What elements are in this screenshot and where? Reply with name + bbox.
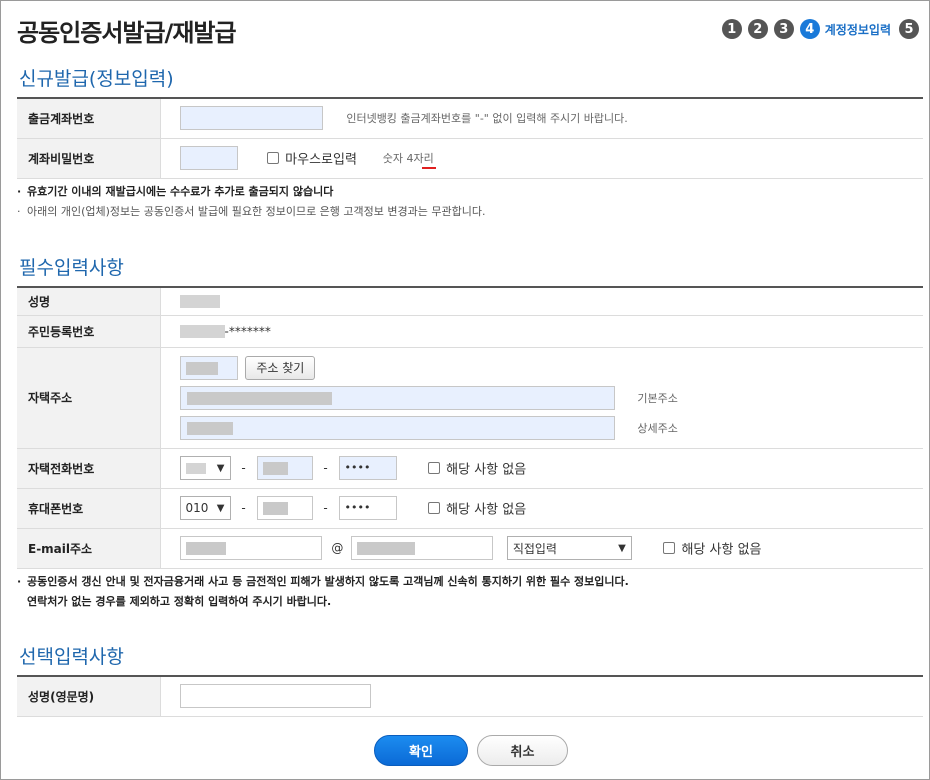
step-5: 5	[899, 19, 919, 39]
active-step-label: 계정정보입력	[824, 22, 891, 37]
account-password-label: 계좌비밀번호	[17, 138, 161, 179]
english-name-input[interactable]	[179, 684, 371, 709]
mobile-middle-input[interactable]	[256, 496, 313, 520]
rrn-row: 주민등록번호 -*******	[17, 315, 923, 348]
basic-address-label: 기본주소	[637, 391, 678, 405]
account-number-row: 출금계좌번호 인터넷뱅킹 출금계좌번호를 "-" 없이 입력해 주시기 바랍니다…	[17, 98, 923, 139]
rrn-front-masked	[179, 324, 225, 338]
chevron-down-icon: ▼	[216, 502, 225, 514]
email-row: E-mail주소 @ 직접입력 ▼ 해당 사항 없음	[17, 528, 923, 569]
step-2: 2	[747, 19, 768, 39]
section-title-optional: 선택입력사항	[19, 646, 124, 668]
step-3: 3	[773, 19, 794, 39]
account-password-row: 계좌비밀번호 마우스로입력 숫자 4자리	[17, 138, 923, 179]
password-hint: 숫자 4자리	[382, 152, 434, 165]
email-na-label[interactable]: 해당 사항 없음	[681, 543, 761, 558]
reissue-fee-note: · 유효기간 이내의 재발급시에는 수수료가 추가로 출금되지 않습니다	[17, 185, 334, 198]
rrn-label: 주민등록번호	[17, 315, 161, 348]
mobile-row: 휴대폰번호 010 ▼ - - •••• 해당 사항 없음	[17, 488, 923, 529]
basic-address-input[interactable]	[179, 385, 615, 410]
red-underline-mark	[421, 166, 436, 169]
window-frame: 공동인증서발급/재발급 1 2 3 4 계정정보입력 5 신규발급(정보입력) …	[0, 0, 930, 780]
home-phone-na-checkbox[interactable]	[428, 462, 441, 474]
mobile-last-input[interactable]: ••••	[338, 496, 397, 520]
email-domain-input[interactable]	[351, 536, 494, 560]
required-info-table: 성명 주민등록번호 -******* 자택주소 주소 찾기 기본주소 상세주소 …	[17, 286, 923, 569]
mobile-label: 휴대폰번호	[17, 488, 161, 529]
detail-address-label: 상세주소	[637, 421, 678, 435]
mobile-na-checkbox[interactable]	[428, 502, 441, 514]
detail-address-input[interactable]	[179, 415, 615, 440]
mouse-input-label[interactable]: 마우스로입력	[285, 153, 357, 168]
name-value-masked	[179, 295, 220, 309]
home-phone-last-input[interactable]: ••••	[338, 456, 397, 480]
section-title-new-issue: 신규발급(정보입력)	[19, 68, 174, 90]
account-password-input[interactable]	[179, 146, 238, 170]
name-row: 성명	[17, 287, 923, 316]
email-id-input[interactable]	[179, 536, 322, 560]
required-info-note-1: · 공동인증서 갱신 안내 및 전자금융거래 사고 등 금전적인 피해가 발생하지…	[17, 575, 629, 588]
required-info-note-2: 연락처가 없는 경우를 제외하고 정확히 입력하여 주시기 바랍니다.	[27, 595, 332, 608]
step-indicator: 1 2 3 4 계정정보입력 5	[716, 19, 919, 39]
english-name-label: 성명(영문명)	[17, 676, 161, 717]
home-phone-middle-input[interactable]	[256, 456, 313, 480]
address-search-button[interactable]: 주소 찾기	[245, 355, 316, 380]
section-title-required: 필수입력사항	[19, 257, 124, 279]
page-title: 공동인증서발급/재발급	[17, 19, 237, 47]
account-number-input[interactable]	[179, 106, 323, 131]
chevron-down-icon: ▼	[618, 542, 626, 554]
home-phone-row: 자택전화번호 ▼ - - •••• 해당 사항 없음	[17, 448, 923, 489]
address-label: 자택주소	[17, 347, 161, 449]
home-phone-label: 자택전화번호	[17, 448, 161, 489]
name-label: 성명	[17, 287, 161, 316]
mobile-prefix-select[interactable]: 010 ▼	[179, 496, 231, 520]
rrn-suffix: -*******	[224, 324, 271, 339]
chevron-down-icon: ▼	[216, 462, 225, 474]
confirm-button[interactable]: 확인	[374, 735, 468, 766]
account-info-table: 출금계좌번호 인터넷뱅킹 출금계좌번호를 "-" 없이 입력해 주시기 바랍니다…	[17, 97, 923, 179]
account-number-label: 출금계좌번호	[17, 98, 161, 139]
english-name-row: 성명(영문명)	[17, 676, 923, 717]
email-domain-select[interactable]: 직접입력 ▼	[506, 536, 632, 560]
optional-info-table: 성명(영문명)	[17, 675, 923, 717]
personal-info-note: · 아래의 개인(업체)정보는 공동인증서 발급에 필요한 정보이므로 은행 고객…	[17, 205, 486, 218]
home-phone-area-select[interactable]: ▼	[179, 456, 231, 480]
step-1: 1	[721, 19, 742, 39]
account-number-hint: 인터넷뱅킹 출금계좌번호를 "-" 없이 입력해 주시기 바랍니다.	[346, 112, 628, 126]
cancel-button[interactable]: 취소	[477, 735, 568, 766]
email-label: E-mail주소	[17, 528, 161, 569]
step-4-active: 4	[799, 19, 820, 39]
mouse-input-checkbox[interactable]	[267, 152, 280, 164]
email-at-sign: @	[331, 541, 344, 555]
mobile-na-label[interactable]: 해당 사항 없음	[446, 503, 526, 518]
home-phone-na-label[interactable]: 해당 사항 없음	[446, 463, 526, 478]
postal-code-input[interactable]	[179, 355, 238, 380]
address-row: 자택주소 주소 찾기 기본주소 상세주소	[17, 347, 923, 449]
email-na-checkbox[interactable]	[663, 542, 676, 554]
